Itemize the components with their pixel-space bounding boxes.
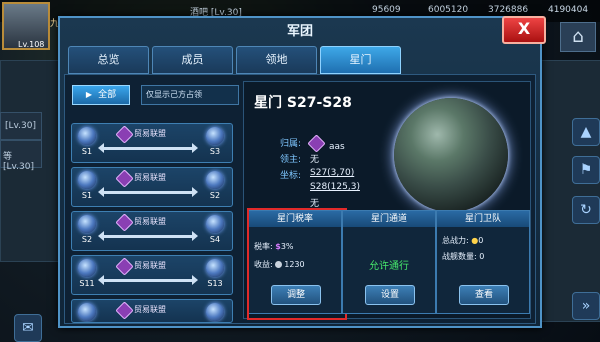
tab-stargate[interactable]: 星门 — [320, 46, 401, 74]
rocket-icon[interactable]: ▲ — [572, 118, 600, 146]
gate-right-server: S2 — [209, 191, 221, 200]
lord-label: 领主: — [280, 155, 302, 165]
gate-list-item[interactable]: 贸易联盟 — [71, 299, 233, 323]
left-side-button[interactable]: 等[Lv.30] — [0, 140, 42, 172]
player-level: Lv.108 — [18, 40, 45, 49]
stargate-cards: 星门税率 税率: $3% 收益: 1230 调整 星门通道 允许通行 设置 星门… — [246, 208, 530, 320]
planet-icon — [78, 171, 96, 189]
planet-icon — [206, 303, 224, 321]
planet-icon — [206, 215, 224, 233]
guard-count-label: 战舰数量: — [442, 252, 477, 261]
double-arrow-icon — [98, 143, 198, 153]
tab-overview[interactable]: 总览 — [68, 46, 149, 74]
play-icon: ▶ — [85, 90, 93, 99]
guild-emblem-icon — [115, 257, 134, 276]
chat-icon[interactable]: ✉ — [14, 314, 42, 342]
double-arrow-icon — [98, 187, 198, 197]
coord-label: 坐标: — [280, 171, 302, 181]
resource-4: 4190404 — [548, 5, 589, 15]
owner-value: aas — [307, 134, 345, 153]
gate-right-server: S13 — [207, 279, 223, 288]
modal-title: 军团 — [286, 24, 313, 39]
stargate-detail-panel: 星门 S27-S28 归属: aas 领主: 无 坐标: S27(3,70) S… — [243, 81, 531, 320]
guild-emblem-icon — [115, 125, 134, 144]
resource-2: 6005120 — [428, 5, 469, 15]
background-structure — [540, 60, 600, 322]
guard-power-row: 总战力: ●0 — [442, 235, 483, 246]
gate-left-server: S1 — [81, 147, 93, 156]
guard-card-title: 星门卫队 — [437, 211, 529, 227]
filter-all-button[interactable]: ▶ 全部 — [72, 85, 130, 105]
gate-list-item[interactable]: S11 S13 贸易联盟 — [71, 255, 233, 295]
left-label: 等[Lv.30] — [3, 152, 34, 172]
legion-modal: 军团 X 总览 成员 领地 星门 ▶ 全部 仅显示己方占领 S1 S3 贸易联盟 … — [58, 16, 546, 328]
gate-left-server: S11 — [79, 279, 95, 288]
double-arrow-icon — [98, 231, 198, 241]
gate-guild: 贸易联盟 — [134, 173, 166, 182]
left-label: [Lv.30] — [5, 121, 36, 131]
filter-own-button[interactable]: 仅显示己方占领 — [141, 85, 239, 105]
gate-right-server: S4 — [209, 235, 221, 244]
planet-icon — [78, 259, 96, 277]
guard-power-value: 0 — [478, 236, 484, 245]
planet-icon — [78, 303, 96, 321]
expand-icon[interactable]: » — [572, 292, 600, 320]
tax-card: 星门税率 税率: $3% 收益: 1230 调整 — [247, 208, 347, 320]
gate-left-server: S2 — [81, 235, 93, 244]
coord-link-1[interactable]: S27(3,70) — [310, 168, 354, 178]
gate-guild: 贸易联盟 — [134, 261, 166, 270]
owner-name: aas — [329, 142, 345, 152]
planet-icon — [206, 171, 224, 189]
planet-icon — [78, 215, 96, 233]
tab-bar: 总览 成员 领地 星门 — [64, 46, 536, 74]
planet-image — [394, 98, 508, 212]
gate-guild: 贸易联盟 — [134, 305, 166, 314]
guild-emblem-icon — [307, 134, 326, 153]
resource-1: 95609 — [372, 5, 401, 15]
gate-list-item[interactable]: S1 S3 贸易联盟 — [71, 123, 233, 163]
close-button[interactable]: X — [502, 16, 546, 44]
filter-all-label: 全部 — [98, 90, 117, 100]
settings-button[interactable]: 设置 — [365, 285, 415, 305]
tab-members[interactable]: 成员 — [152, 46, 233, 74]
resource-3: 3726886 — [488, 5, 529, 15]
guard-count-value: 0 — [479, 252, 485, 261]
owner-label: 归属: — [280, 139, 302, 149]
channel-status: 允许通行 — [369, 261, 409, 272]
double-arrow-icon — [98, 275, 198, 285]
stargate-title: 星门 S27-S28 — [254, 95, 352, 111]
tab-territory[interactable]: 领地 — [236, 46, 317, 74]
gate-right-server: S3 — [209, 147, 221, 156]
filter-own-label: 仅显示己方占领 — [146, 90, 202, 99]
coord-link-2[interactable]: S28(125,3) — [310, 182, 360, 192]
flag-icon[interactable]: ⚑ — [572, 156, 600, 184]
planet-icon — [206, 127, 224, 145]
highlight-box — [247, 208, 347, 320]
guild-emblem-icon — [115, 169, 134, 188]
guard-card: 星门卫队 总战力: ●0 战舰数量: 0 查看 — [436, 210, 530, 314]
channel-card: 星门通道 允许通行 设置 — [342, 210, 436, 314]
gate-guild: 贸易联盟 — [134, 217, 166, 226]
left-side-button[interactable]: [Lv.30] — [0, 112, 42, 140]
lord-value: 无 — [310, 155, 320, 165]
view-button[interactable]: 查看 — [459, 285, 509, 305]
guild-emblem-icon — [115, 213, 134, 232]
guard-count-row: 战舰数量: 0 — [442, 251, 484, 262]
tab-content: ▶ 全部 仅显示己方占领 S1 S3 贸易联盟 S1 S2 贸易联盟 S2 S4 — [64, 74, 536, 324]
gate-guild: 贸易联盟 — [134, 129, 166, 138]
gate-list-item[interactable]: S1 S2 贸易联盟 — [71, 167, 233, 207]
guild-emblem-icon — [115, 301, 134, 320]
gate-list-item[interactable]: S2 S4 贸易联盟 — [71, 211, 233, 251]
channel-card-title: 星门通道 — [343, 211, 435, 227]
planet-icon — [78, 127, 96, 145]
gate-left-server: S1 — [81, 191, 93, 200]
refresh-icon[interactable]: ↻ — [572, 196, 600, 224]
planet-icon — [206, 259, 224, 277]
home-icon[interactable]: ⌂ — [560, 22, 596, 52]
guard-power-label: 总战力: — [442, 236, 469, 245]
